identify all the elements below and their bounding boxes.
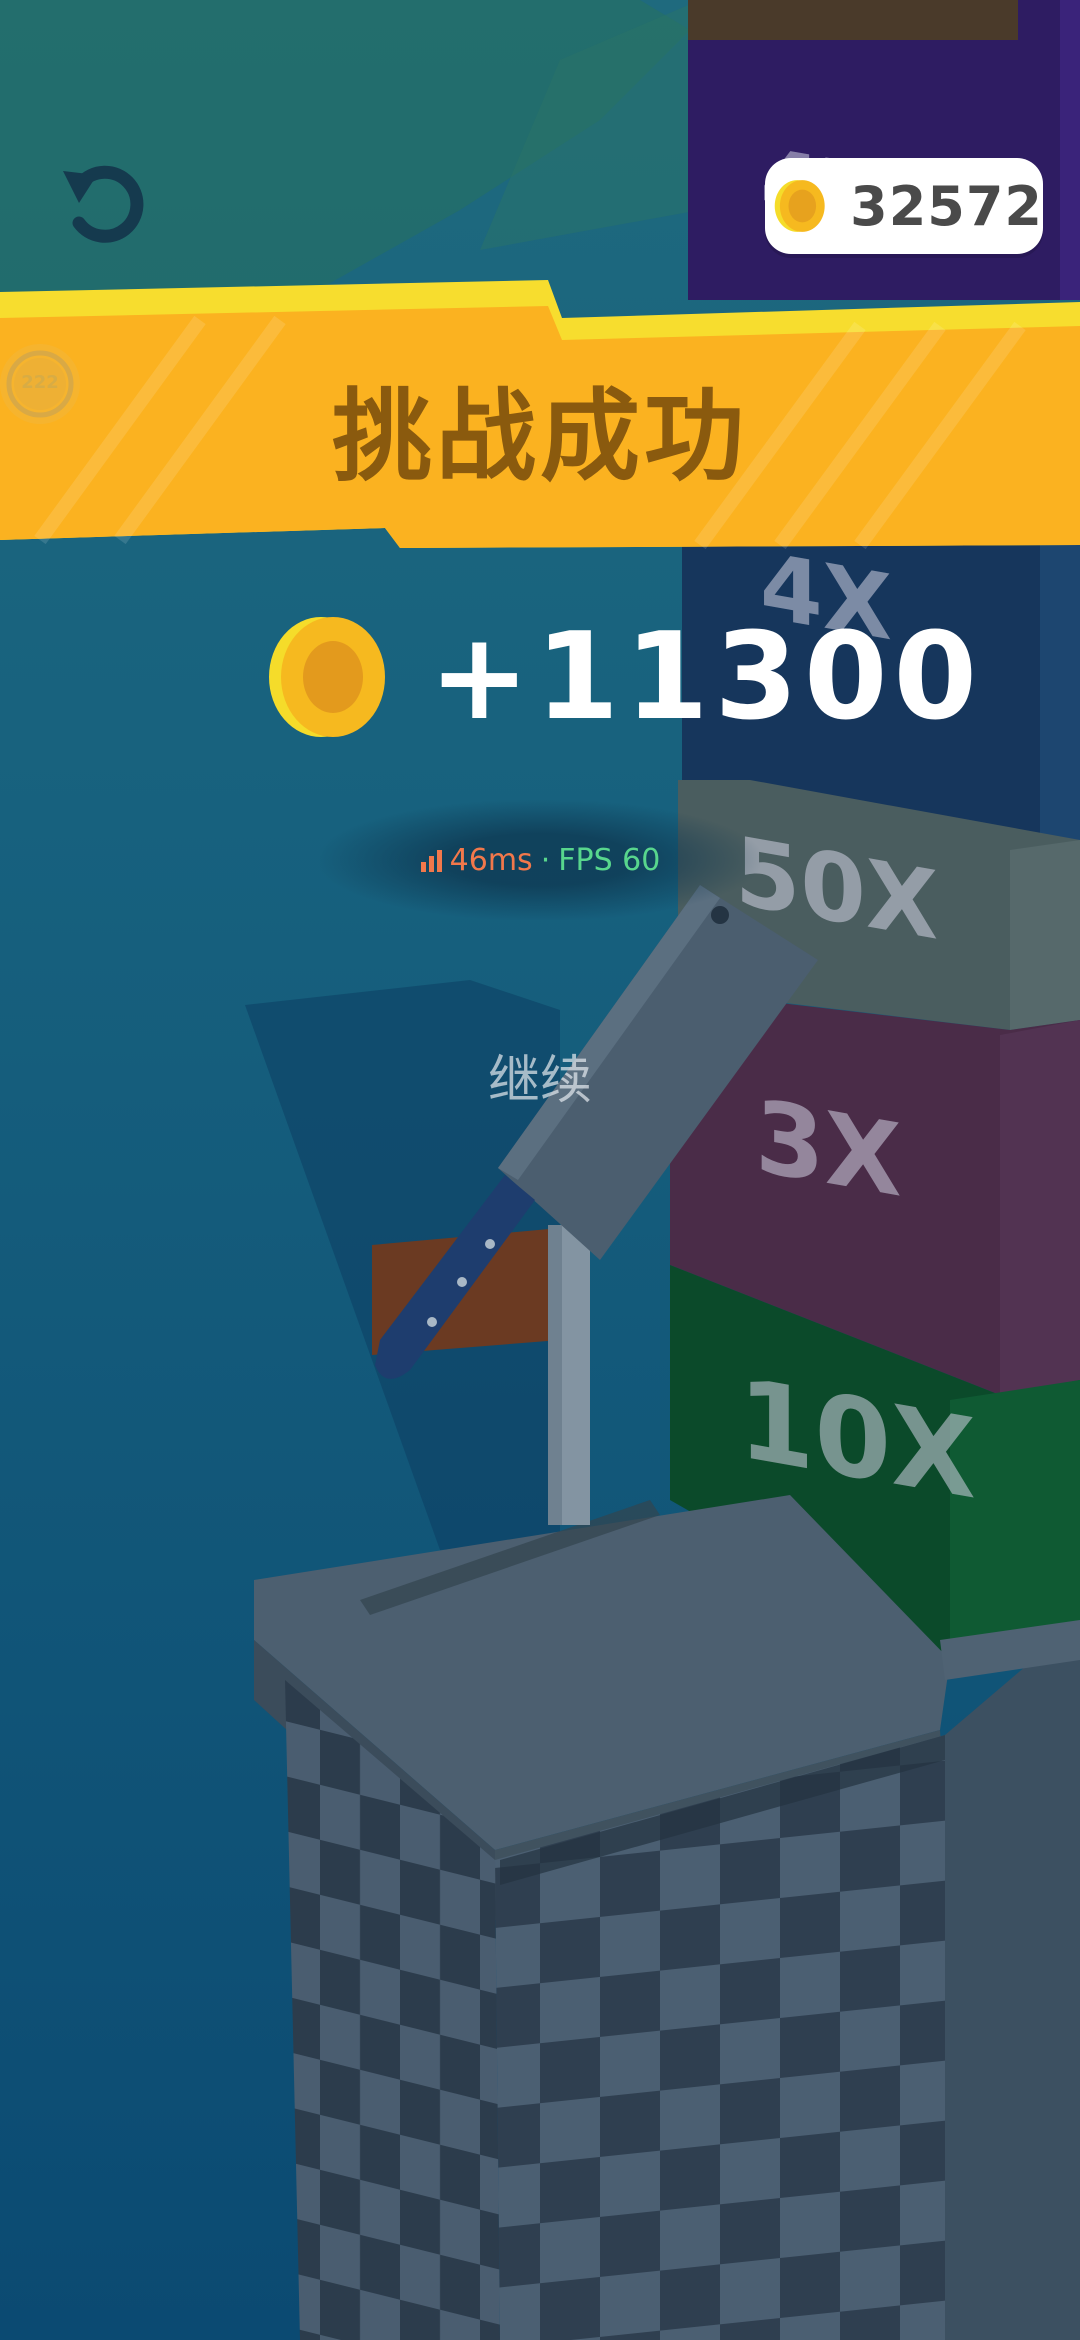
reward-amount: +11300: [265, 608, 983, 747]
game-scene: [0, 0, 1080, 2340]
ping-value: 46ms: [449, 842, 533, 878]
network-stats: 46ms · FPS 60: [320, 800, 760, 920]
reward-value: +11300: [429, 607, 984, 747]
coin-counter: 32572: [765, 158, 1043, 254]
coin-balance: 32572: [850, 174, 1043, 238]
coin-icon: [774, 180, 825, 232]
game-screen: 4X 4X 50X 3X 10X 32572 222 挑战成功 +11300: [0, 0, 1080, 2340]
continue-button[interactable]: 继续: [440, 1038, 640, 1113]
restart-icon: [63, 165, 144, 243]
signal-bars-icon: [420, 850, 442, 872]
coin-icon: [269, 617, 385, 737]
success-title: 挑战成功: [332, 378, 748, 495]
fps-value: FPS 60: [558, 842, 661, 878]
separator: ·: [540, 842, 551, 878]
restart-button[interactable]: [48, 148, 158, 258]
